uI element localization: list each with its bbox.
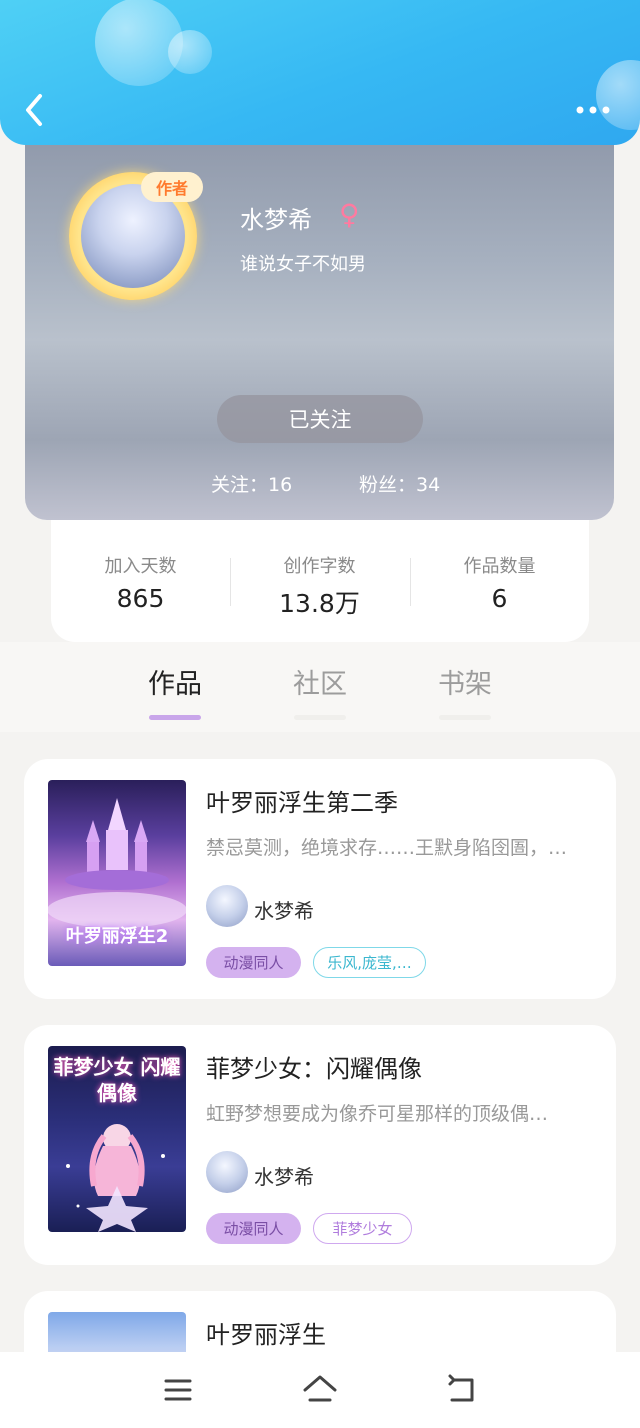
system-back-button[interactable]	[442, 1370, 482, 1410]
author-avatar	[206, 885, 248, 927]
back-button[interactable]	[18, 88, 54, 132]
follow-button[interactable]: 已关注	[217, 395, 423, 443]
book-author: 水梦希	[254, 899, 314, 923]
stat-label: 作品数量	[463, 556, 536, 577]
tab-bookshelf[interactable]: 书架	[425, 662, 505, 720]
cover-title: 菲梦少女 闪耀偶像	[53, 1055, 181, 1105]
book-description: 虹野梦想要成为像乔可星那样的顶级偶…	[206, 1103, 549, 1125]
decor-bubble	[168, 30, 212, 74]
profile-card: 作者 水梦希 ♀ 谁说女子不如男 已关注 关注：16 粉丝：34	[25, 120, 614, 520]
stat-value: 6	[491, 584, 508, 613]
menu-icon	[164, 1379, 192, 1401]
stat-word-count: 创作字数 13.8万	[230, 552, 409, 620]
return-icon	[448, 1374, 474, 1402]
book-cover[interactable]: 菲梦少女 闪耀偶像	[48, 1046, 186, 1232]
book-title: 菲梦少女：闪耀偶像	[206, 1055, 422, 1083]
book-cover[interactable]: 叶罗丽浮生2	[48, 780, 186, 966]
cover-title: 叶罗丽浮生2	[65, 926, 169, 947]
book-author: 水梦希	[254, 1165, 314, 1189]
stat-works-count: 作品数量 6	[410, 552, 589, 613]
tab-indicator	[149, 715, 201, 720]
tab-label: 书架	[438, 669, 492, 700]
book-title: 叶罗丽浮生第二季	[206, 789, 398, 817]
tab-indicator	[294, 715, 346, 720]
bottom-nav-bar	[0, 1352, 640, 1428]
more-horizontal-icon	[576, 106, 610, 114]
tag-characters[interactable]: 乐风,庞莹,…	[313, 947, 426, 978]
tag-category[interactable]: 动漫同人	[206, 1213, 301, 1244]
following-count[interactable]: 关注：16	[211, 470, 292, 497]
female-icon: ♀	[339, 198, 360, 231]
user-name: 水梦希	[240, 206, 312, 234]
tab-works[interactable]: 作品	[135, 662, 215, 720]
stat-label: 创作字数	[283, 556, 356, 577]
tab-bar: 作品 社区 书架	[0, 642, 640, 732]
stat-label: 加入天数	[104, 556, 177, 577]
stat-value: 865	[116, 584, 165, 613]
tag-series[interactable]: 菲梦少女	[313, 1213, 412, 1244]
stat-join-days: 加入天数 865	[51, 552, 230, 613]
book-card[interactable]: 叶罗丽浮生2 叶罗丽浮生第二季 禁忌莫测，绝境求存……王默身陷囹圄，… 水梦希 …	[24, 759, 616, 999]
book-description: 禁忌莫测，绝境求存……王默身陷囹圄，…	[206, 837, 568, 859]
tab-label: 作品	[148, 669, 202, 700]
home-icon	[303, 1375, 337, 1402]
tab-community[interactable]: 社区	[280, 662, 360, 720]
tag-category[interactable]: 动漫同人	[206, 947, 301, 978]
followers-count[interactable]: 粉丝：34	[359, 470, 440, 497]
stats-card: 加入天数 865 创作字数 13.8万 作品数量 6	[51, 500, 589, 642]
stat-value: 13.8万	[279, 589, 360, 618]
tab-label: 社区	[293, 669, 347, 700]
chevron-left-icon	[26, 94, 42, 126]
home-button[interactable]	[300, 1370, 340, 1410]
avatar[interactable]: 作者	[69, 172, 203, 300]
author-avatar	[206, 1151, 248, 1193]
user-bio: 谁说女子不如男	[240, 254, 366, 275]
book-card[interactable]: 菲梦少女 闪耀偶像 菲梦少女：闪耀偶像 虹野梦想要成为像乔可星那样的顶级偶… 水…	[24, 1025, 616, 1265]
more-button[interactable]	[574, 98, 614, 122]
top-bar	[0, 0, 640, 145]
menu-button[interactable]	[158, 1370, 198, 1410]
tab-indicator	[439, 715, 491, 720]
book-title: 叶罗丽浮生	[206, 1321, 326, 1349]
author-badge: 作者	[141, 172, 203, 202]
